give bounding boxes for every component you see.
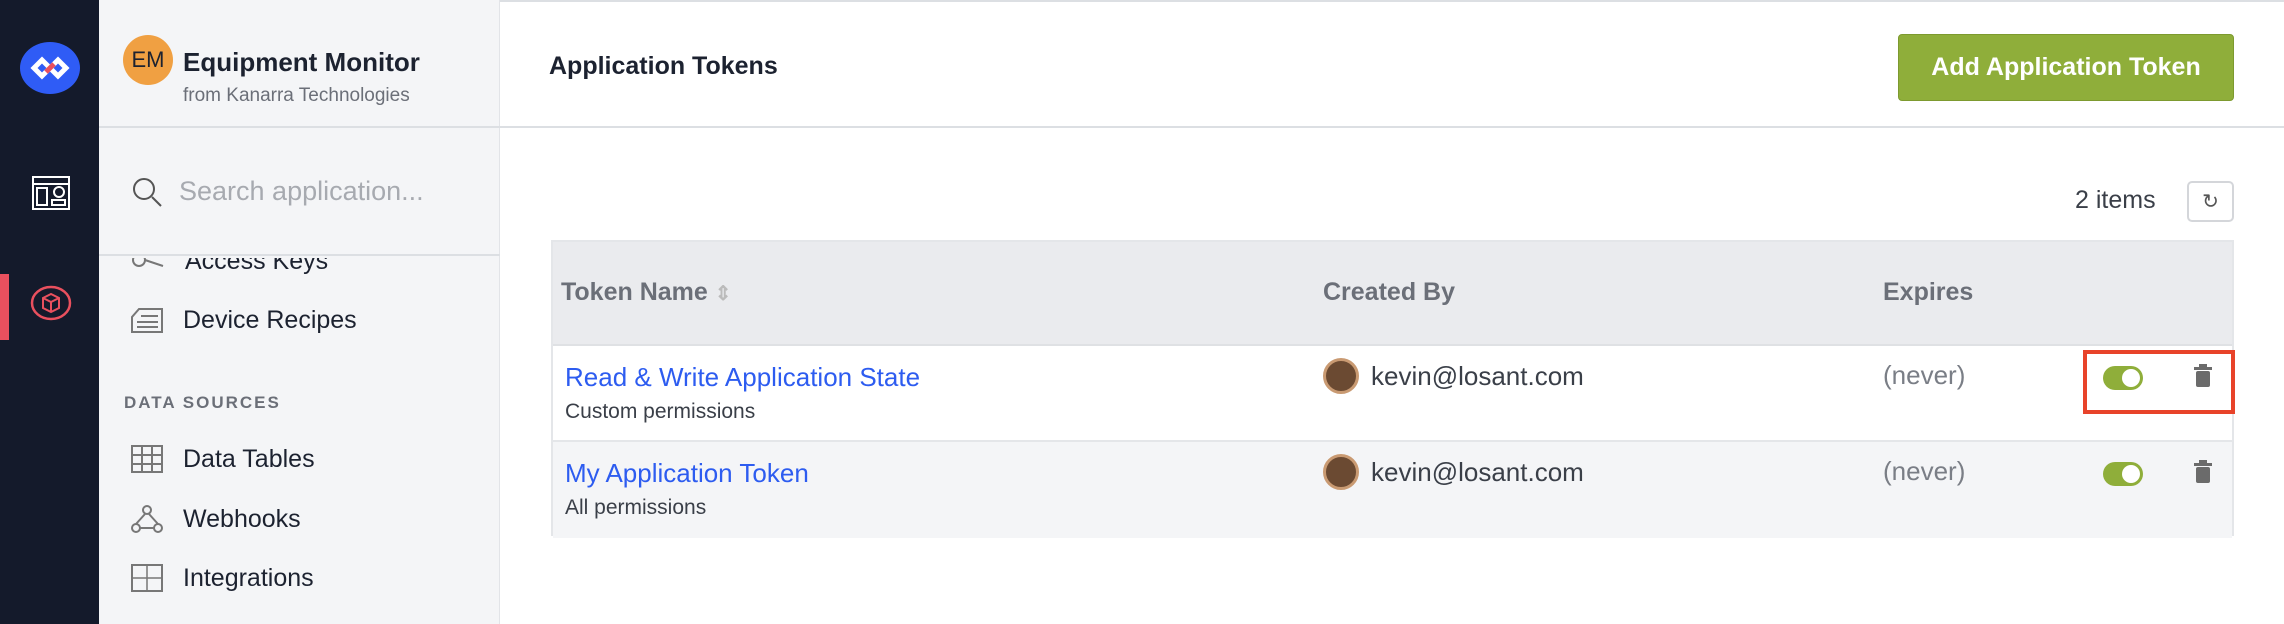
highlight-box	[2083, 350, 2235, 414]
app-org: from Kanarra Technologies	[183, 85, 410, 106]
nav-scroll-clip: Access Keys	[99, 258, 500, 288]
nav-item-access-keys[interactable]: Access Keys	[99, 258, 500, 286]
token-permissions: All permissions	[565, 496, 707, 519]
creator-email: kevin@losant.com	[1371, 360, 1584, 391]
global-nav-rail	[0, 0, 99, 624]
table-icon	[131, 445, 163, 473]
creator-email: kevin@losant.com	[1371, 456, 1584, 487]
app-sidebar: EM Equipment Monitor from Kanarra Techno…	[99, 0, 500, 624]
user-avatar	[1323, 454, 1359, 490]
search-box[interactable]: Search application...	[99, 128, 500, 256]
active-indicator	[0, 274, 9, 340]
page-title: Application Tokens	[549, 52, 778, 80]
nav-item-integrations[interactable]: Integrations	[99, 553, 500, 603]
column-label: Token Name	[561, 278, 708, 306]
user-avatar	[1323, 358, 1359, 394]
created-by: kevin@losant.com	[1323, 454, 1584, 490]
refresh-icon: ↻	[2202, 191, 2219, 213]
column-header-expires: Expires	[1883, 278, 1974, 306]
key-icon	[132, 258, 164, 267]
nav-label: Integrations	[183, 563, 314, 592]
nav-label: Access Keys	[185, 258, 329, 275]
table-header: Token Name ⇕ Created By Expires	[553, 242, 2232, 346]
expires: (never)	[1883, 360, 1966, 390]
search-input[interactable]: Search application...	[179, 176, 424, 207]
add-application-token-button[interactable]: Add Application Token	[1898, 34, 2234, 101]
trash-icon[interactable]	[2193, 460, 2213, 484]
token-name-link[interactable]: My Application Token	[565, 458, 809, 489]
webhook-icon	[131, 505, 163, 533]
dashboard-icon[interactable]	[32, 176, 70, 215]
created-by: kevin@losant.com	[1323, 358, 1584, 394]
table-row: My Application Token All permissions kev…	[553, 442, 2232, 538]
column-header-created-by: Created By	[1323, 278, 1455, 306]
nav-item-webhooks[interactable]: Webhooks	[99, 494, 500, 544]
nav-item-device-recipes[interactable]: Device Recipes	[99, 295, 500, 345]
nav-item-data-tables[interactable]: Data Tables	[99, 434, 500, 484]
recipe-icon	[131, 308, 163, 333]
losant-logo-icon[interactable]	[20, 42, 80, 94]
column-header-token-name[interactable]: Token Name ⇕	[561, 278, 732, 307]
table-row: Read & Write Application State Custom pe…	[553, 346, 2232, 442]
section-label: DATA SOURCES	[124, 393, 281, 412]
puzzle-icon	[131, 564, 163, 592]
nav-label: Device Recipes	[183, 305, 357, 334]
search-icon	[133, 178, 162, 207]
page-header: Application Tokens Add Application Token	[500, 0, 2284, 128]
app-name: Equipment Monitor	[183, 47, 420, 77]
enabled-toggle[interactable]	[2103, 462, 2143, 486]
item-count: 2 items	[2075, 186, 2156, 214]
nav-label: Webhooks	[183, 504, 301, 533]
app-header[interactable]: EM Equipment Monitor from Kanarra Techno…	[99, 0, 500, 128]
tokens-table: Token Name ⇕ Created By Expires Read & W…	[551, 240, 2234, 538]
refresh-button[interactable]: ↻	[2187, 181, 2234, 222]
token-name-link[interactable]: Read & Write Application State	[565, 362, 920, 393]
nav-label: Data Tables	[183, 444, 315, 473]
sort-icon[interactable]: ⇕	[715, 283, 732, 305]
app-avatar: EM	[123, 35, 173, 85]
expires: (never)	[1883, 456, 1966, 486]
token-permissions: Custom permissions	[565, 400, 756, 423]
application-cube-icon[interactable]	[30, 285, 72, 326]
